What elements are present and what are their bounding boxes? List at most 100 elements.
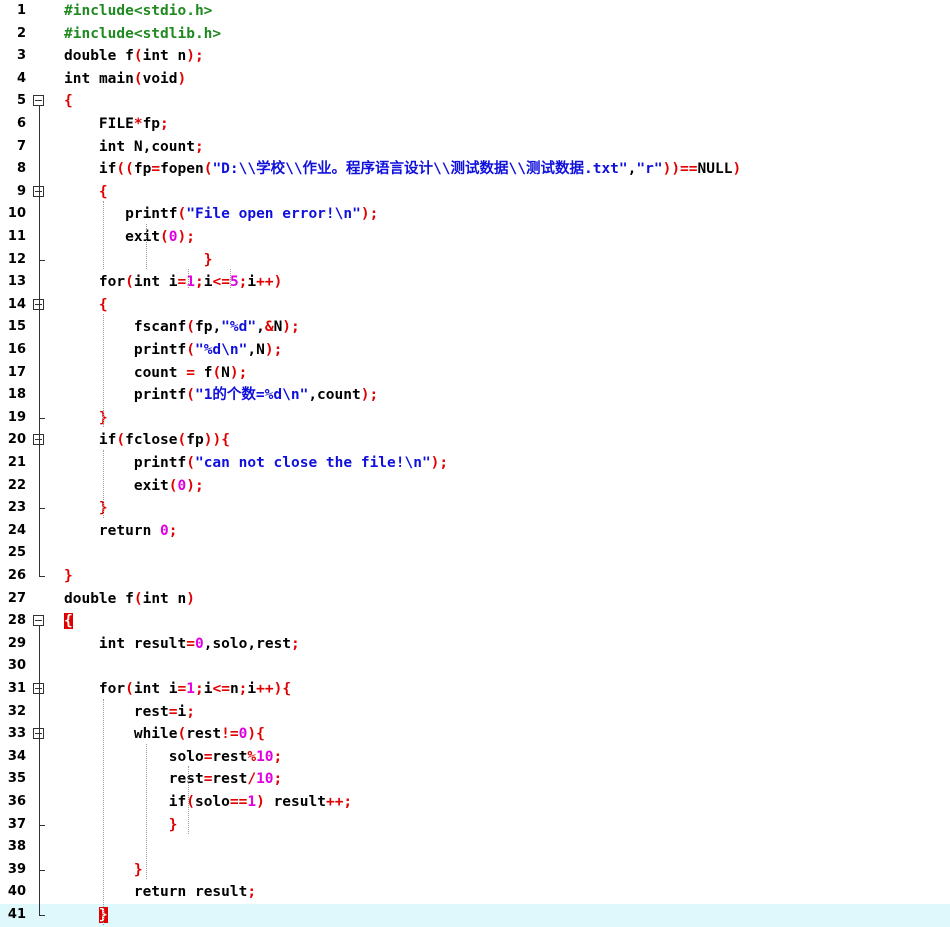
line-number: 39 <box>7 861 26 877</box>
code-line[interactable]: 27 double f(int n) <box>0 588 950 611</box>
code-line[interactable]: 10 printf("File open error!\n"); <box>0 203 950 226</box>
code-line[interactable]: 28 { <box>0 610 950 633</box>
line-number: 9 <box>16 183 26 199</box>
indent-guide <box>230 269 231 288</box>
code-line[interactable]: 22 exit(0); <box>0 475 950 498</box>
code-text: #include<stdio.h> <box>64 3 213 19</box>
code-line[interactable]: 7 int N,count; <box>0 136 950 159</box>
code-line[interactable]: 23 } <box>0 497 950 520</box>
code-line[interactable]: 38 <box>0 836 950 859</box>
code-line[interactable]: 4 int main(void) <box>0 68 950 91</box>
code-text: } <box>168 816 178 833</box>
code-text: if(fclose(fp)){ <box>98 432 230 449</box>
line-number: 26 <box>7 568 26 583</box>
code-line[interactable]: 11 exit(0); <box>0 226 950 249</box>
fold-guide-line <box>39 309 40 418</box>
code-line[interactable]: 15 fscanf(fp,"%d",&N); <box>0 316 950 339</box>
line-number: 14 <box>7 296 26 312</box>
code-line[interactable]: 33 while(rest!=0){ <box>0 723 950 746</box>
code-line[interactable]: 5{ <box>0 90 950 113</box>
code-text: if((fp=fopen("D:\\学校\\作业。程序语言设计\\测试数据\\测… <box>98 161 742 178</box>
fold-toggle-icon[interactable] <box>33 615 44 627</box>
code-text: double f(int n) <box>64 590 195 607</box>
line-number: 36 <box>7 794 26 809</box>
line-number: 31 <box>7 681 26 696</box>
code-text: rest=rest/10; <box>168 771 283 788</box>
code-editor[interactable]: 1 #include<stdio.h> 2 #include<stdlib.h> 3 do… <box>0 0 950 927</box>
code-text: } <box>203 251 213 268</box>
code-line[interactable]: 29 int result=0,solo,rest; <box>0 633 950 656</box>
code-text: exit(0); <box>133 477 204 494</box>
code-text: count = f(N); <box>133 364 248 381</box>
code-line[interactable]: 13 for(int i=1;i<=5;i++) <box>0 271 950 294</box>
line-number: 11 <box>7 229 26 244</box>
code-line[interactable]: 20 if(fclose(fp)){ <box>0 429 950 452</box>
fold-end-mark <box>39 417 45 419</box>
code-line[interactable]: 12 } <box>0 249 950 272</box>
code-line[interactable]: 2 #include<stdlib.h> <box>0 23 950 46</box>
fold-toggle-icon[interactable] <box>33 95 44 107</box>
code-line[interactable]: 6 FILE*fp; <box>0 113 950 136</box>
code-text: } <box>98 500 108 517</box>
line-number: 34 <box>7 748 26 764</box>
code-line[interactable]: 18 printf("1的个数=%d\n",count); <box>0 384 950 407</box>
code-line[interactable]: 16 printf("%d\n",N); <box>0 339 950 362</box>
code-text: printf("File open error!\n"); <box>125 206 379 223</box>
code-line[interactable]: 19 } <box>0 407 950 430</box>
line-number: 2 <box>16 25 26 41</box>
fold-end-mark <box>39 259 45 261</box>
code-line[interactable]: 26} <box>0 565 950 588</box>
line-number: 25 <box>7 545 26 561</box>
fold-guide-line <box>39 196 40 260</box>
code-line[interactable]: 37 } <box>0 814 950 837</box>
code-line[interactable]: 3 double f(int n); <box>0 45 950 68</box>
indent-guide <box>103 201 104 270</box>
code-line[interactable]: 36 if(solo==1) result++; <box>0 791 950 814</box>
code-text: { <box>98 183 108 200</box>
indent-guide <box>103 698 104 925</box>
line-number: 17 <box>7 364 26 380</box>
code-line[interactable]: 32 rest=i; <box>0 701 950 724</box>
indent-guide <box>103 450 104 518</box>
line-number: 8 <box>16 161 26 177</box>
indent-guide <box>146 743 147 880</box>
code-text: { <box>64 93 73 110</box>
code-line[interactable]: 39 } <box>0 859 950 882</box>
code-line[interactable]: 8 if((fp=fopen("D:\\学校\\作业。程序语言设计\\测试数据\… <box>0 158 950 181</box>
line-number: 4 <box>16 70 26 86</box>
line-number: 40 <box>7 884 26 900</box>
line-number: 27 <box>7 590 26 606</box>
fold-end-mark <box>39 508 45 510</box>
code-text: printf("can not close the file!\n"); <box>133 455 449 471</box>
code-line[interactable]: 21 printf("can not close the file!\n"); <box>0 452 950 475</box>
code-line[interactable]: 25 <box>0 542 950 565</box>
fold-guide-line <box>39 739 40 825</box>
line-number: 30 <box>7 658 26 674</box>
code-line[interactable]: 9 { <box>0 181 950 204</box>
code-line[interactable]: 40 return result; <box>0 881 950 904</box>
code-line[interactable]: 17 count = f(N); <box>0 362 950 385</box>
line-number: 38 <box>7 839 26 855</box>
indent-guide <box>188 269 189 288</box>
code-text: } <box>64 568 73 584</box>
code-line[interactable]: 31 for(int i=1;i<=n;i++){ <box>0 678 950 701</box>
code-text: solo=rest%10; <box>168 748 283 765</box>
fold-end-mark <box>39 824 45 826</box>
code-line[interactable]: 1 #include<stdio.h> <box>0 0 950 23</box>
indent-guide <box>146 224 147 270</box>
code-line[interactable]: 24 return 0; <box>0 520 950 543</box>
line-number: 32 <box>7 703 26 719</box>
line-number: 6 <box>16 116 26 131</box>
code-line[interactable]: 35 rest=rest/10; <box>0 768 950 791</box>
code-line[interactable]: 14 { <box>0 294 950 317</box>
code-text: for(int i=1;i<=n;i++){ <box>98 681 292 697</box>
code-line[interactable]: 41 } <box>0 904 950 927</box>
code-line[interactable]: 30 <box>0 655 950 678</box>
line-number: 16 <box>7 342 26 357</box>
code-text: return result; <box>133 884 257 901</box>
code-line[interactable]: 34 solo=rest%10; <box>0 746 950 769</box>
line-number: 24 <box>7 522 26 538</box>
line-number: 22 <box>7 477 26 493</box>
code-text: FILE*fp; <box>98 116 169 132</box>
code-text: int result=0,solo,rest; <box>98 635 300 652</box>
